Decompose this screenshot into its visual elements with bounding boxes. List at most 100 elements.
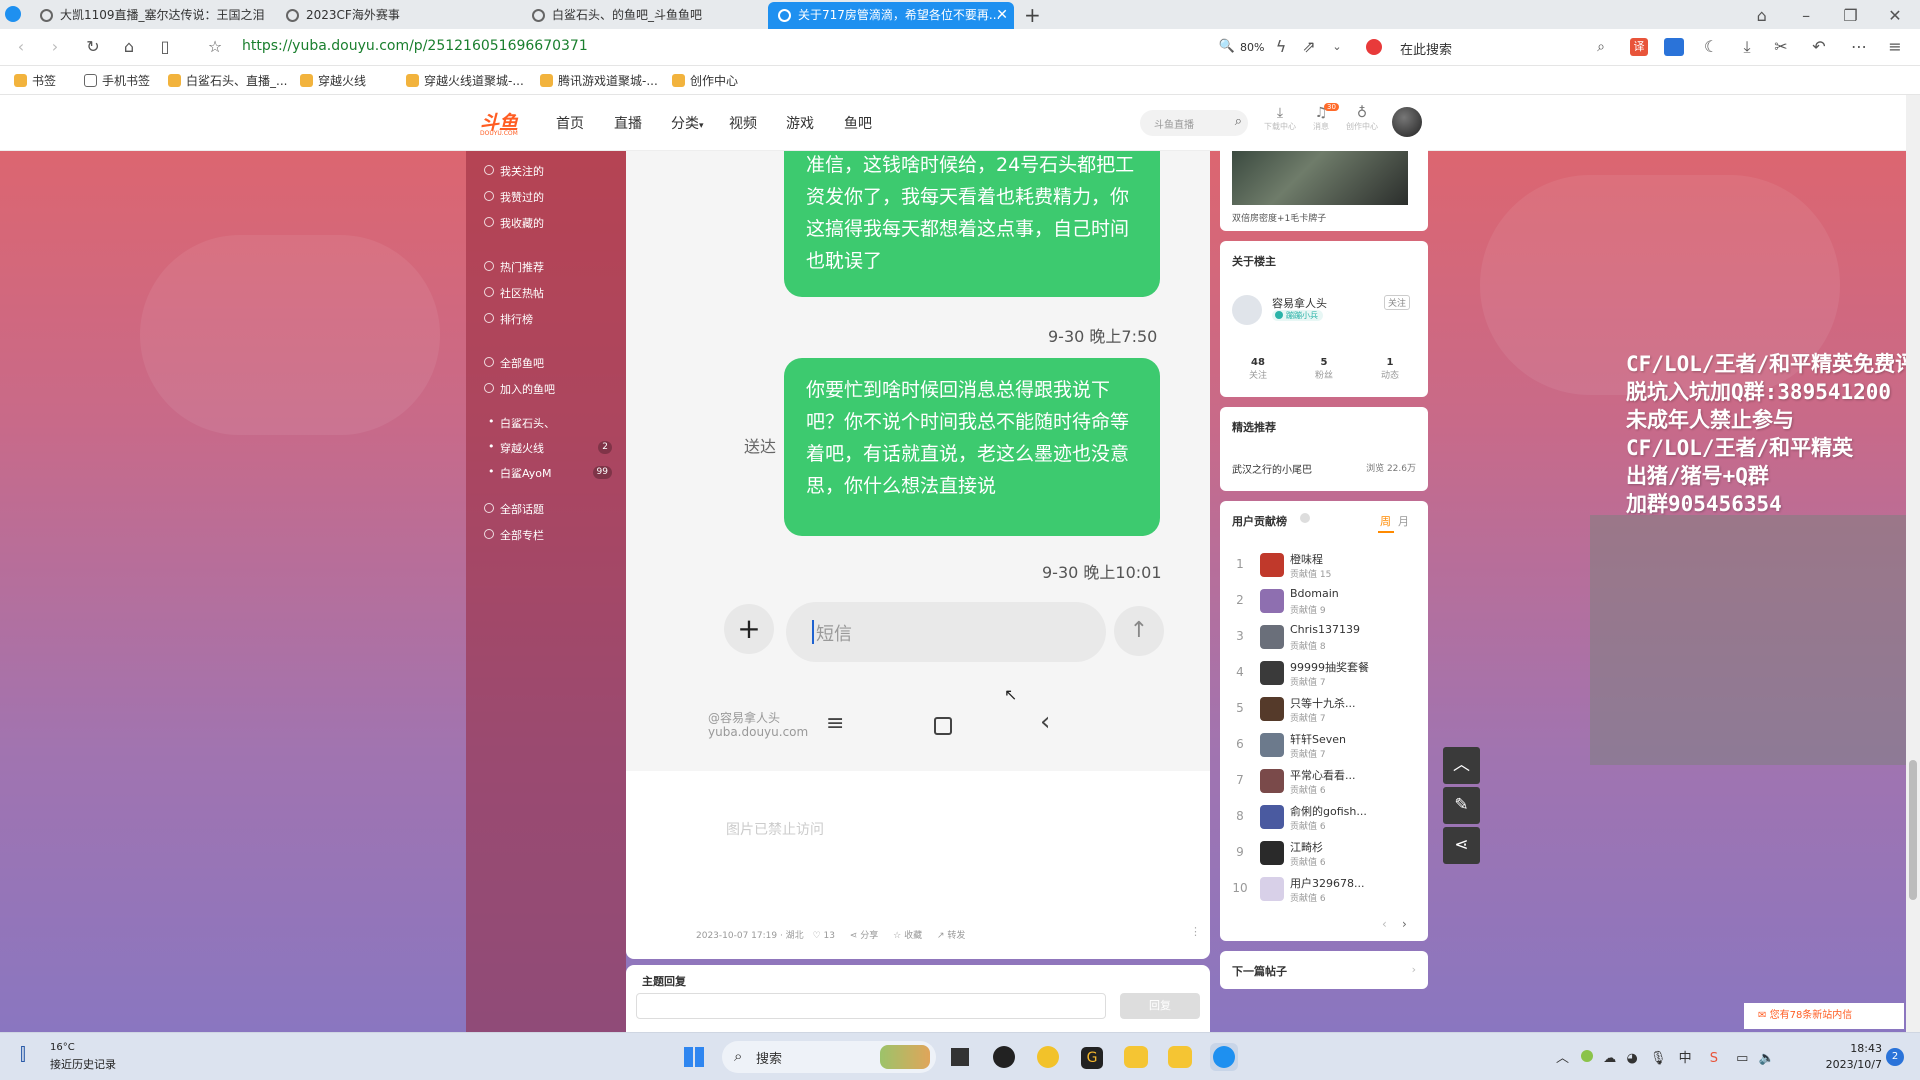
post-more-icon[interactable]: ⋮ xyxy=(1190,925,1201,938)
user-name[interactable]: 俞俐的gofish... xyxy=(1290,803,1367,819)
user-name[interactable]: 用户329678... xyxy=(1290,875,1364,891)
bookmark-item[interactable]: 书签 xyxy=(12,72,56,90)
share-float-button[interactable]: ⋖ xyxy=(1443,827,1480,864)
translate-icon[interactable]: 译 xyxy=(1630,38,1648,56)
sidebar-item-following[interactable]: 我关注的 xyxy=(484,163,544,179)
ranking-row[interactable]: 7 平常心看看... 贡献值 6 xyxy=(1232,765,1416,801)
user-avatar[interactable] xyxy=(1260,733,1284,757)
douyu-logo[interactable]: 斗鱼 DOUYU.COM xyxy=(472,108,532,138)
sidebar-item-joined-1[interactable]: • 白鲨石头、 xyxy=(484,415,624,431)
shirt-icon[interactable]: ⌂ xyxy=(1751,5,1773,27)
app-icon-1[interactable] xyxy=(990,1043,1018,1071)
ranking-row[interactable]: 6 轩轩Seven 贡献值 7 xyxy=(1232,729,1416,765)
page-scrollbar[interactable] xyxy=(1906,95,1920,1032)
avatar[interactable] xyxy=(1392,107,1422,137)
star-icon[interactable]: ☆ xyxy=(204,36,226,58)
creator-center[interactable]: ♁ 创作中心 xyxy=(1342,105,1382,132)
tab-2[interactable]: 2023CF海外赛事 xyxy=(276,2,516,29)
nav-live[interactable]: 直播 xyxy=(614,113,642,133)
ranking-row[interactable]: 1 橙味程 贡献值 15 xyxy=(1232,549,1416,585)
dropdown-icon[interactable]: ⌄ xyxy=(1326,36,1348,58)
menu-icon[interactable]: ≡ xyxy=(1884,36,1906,58)
network-icon[interactable]: ▭ xyxy=(1736,1051,1748,1066)
user-avatar[interactable] xyxy=(1260,625,1284,649)
tab-1[interactable]: 大凯1109直播_塞尔达传说：王国之泪 xyxy=(30,2,270,29)
bookmark-item[interactable]: 穿越火线 xyxy=(298,72,366,90)
next-post-card[interactable]: 下一篇帖子 › xyxy=(1220,951,1428,989)
nav-home[interactable]: 首页 xyxy=(556,113,584,133)
app-icon-4[interactable] xyxy=(1122,1043,1150,1071)
info-icon[interactable] xyxy=(1300,513,1310,523)
bookmark-item[interactable]: 穿越火线道聚城-... xyxy=(404,72,524,90)
post-image[interactable]: 准信，这钱啥时候给，24号石头都把工资发你了，我每天看着也耗费精力，你这搞得我每… xyxy=(626,151,1210,771)
ranking-row[interactable]: 8 俞俐的gofish... 贡献值 6 xyxy=(1232,801,1416,837)
favorite-button[interactable]: ☆ 收藏 xyxy=(893,931,922,941)
nav-category[interactable]: 分类▾ xyxy=(671,113,704,133)
site-search-input[interactable]: 斗鱼直播 ⌕ xyxy=(1140,110,1248,136)
download-browser-icon[interactable]: ⤓ xyxy=(1736,36,1758,58)
tray-app-icon[interactable] xyxy=(1581,1050,1594,1062)
zoom-level[interactable]: 80% xyxy=(1240,41,1264,54)
volume-icon[interactable]: 🔈 xyxy=(1759,1051,1775,1066)
ranking-row[interactable]: 5 只等十九杀... 贡献值 7 xyxy=(1232,693,1416,729)
bookmark-item[interactable]: 腾讯游戏道聚城-... xyxy=(538,72,658,90)
tab-month[interactable]: 月 xyxy=(1398,513,1409,529)
messages[interactable]: ♫ 消息 30 xyxy=(1306,103,1339,132)
browser-logo-icon[interactable] xyxy=(5,6,21,22)
tab-close-icon[interactable]: ✕ xyxy=(996,2,1008,29)
start-button[interactable] xyxy=(680,1043,708,1071)
sidebar-item-all-yuba[interactable]: 全部鱼吧 xyxy=(484,355,544,371)
nav-video[interactable]: 视频 xyxy=(729,113,757,133)
bookmark-item[interactable]: 创作中心 xyxy=(670,72,738,90)
home-icon[interactable]: ⌂ xyxy=(118,36,140,58)
user-name[interactable]: 江畸杉 xyxy=(1290,839,1323,855)
zoom-icon[interactable]: 🔍 xyxy=(1216,36,1238,58)
sidebar-item-community[interactable]: 社区热帖 xyxy=(484,285,544,301)
tray-qq-icon[interactable]: ◕ xyxy=(1626,1051,1637,1066)
edit-post-button[interactable]: ✎ xyxy=(1443,787,1480,824)
user-name[interactable]: 只等十九杀... xyxy=(1290,695,1356,711)
app-icon-2[interactable] xyxy=(1034,1043,1062,1071)
next-page-icon[interactable]: › xyxy=(1402,917,1407,931)
browser-taskbar-icon[interactable] xyxy=(1210,1043,1238,1071)
file-explorer-icon[interactable] xyxy=(946,1043,974,1071)
bookmark-item[interactable]: 手机书签 xyxy=(82,72,150,90)
extension-icon[interactable] xyxy=(1664,38,1684,56)
sidebar-item-ranking[interactable]: 排行榜 xyxy=(484,311,533,327)
scrollbar-thumb[interactable] xyxy=(1909,760,1917,900)
chevron-up-icon[interactable]: ︿ xyxy=(1556,1051,1569,1066)
minimize-icon[interactable]: – xyxy=(1795,5,1817,27)
tab-4-active[interactable]: 关于717房管滴滴，希望各位不要再... ✕ xyxy=(768,2,1014,29)
share-button[interactable]: ⋖ 分享 xyxy=(850,931,878,941)
restore-icon[interactable]: ❐ xyxy=(1840,5,1862,27)
user-avatar[interactable] xyxy=(1260,697,1284,721)
message-notice[interactable]: ✉ 您有78条新站内信 xyxy=(1744,1003,1904,1029)
tray-red-app-icon[interactable]: S xyxy=(1710,1051,1718,1066)
weather-widget[interactable]: ⫿ 16°C 接近历史记录 xyxy=(20,1042,140,1072)
prev-page-icon[interactable]: ‹ xyxy=(1382,917,1387,931)
sidebar-item-favorites[interactable]: 我收藏的 xyxy=(484,215,544,231)
url-field[interactable]: https://yuba.douyu.com/p/251216051696670… xyxy=(242,38,588,54)
sidebar-item-joined[interactable]: 加入的鱼吧 xyxy=(484,381,555,397)
video-card[interactable]: 双倍房密度+1毛卡牌子 xyxy=(1220,141,1428,231)
sidebar-item-joined-3[interactable]: • 白鲨AyoM 99 xyxy=(484,465,624,481)
reply-input[interactable] xyxy=(636,993,1106,1019)
sidebar-item-joined-2[interactable]: • 穿越火线 2 xyxy=(484,440,624,456)
stat-following[interactable]: 48 关注 xyxy=(1232,357,1284,381)
forward-icon[interactable]: › xyxy=(44,36,66,58)
nav-yuba[interactable]: 鱼吧 xyxy=(844,113,872,133)
omnibox-search[interactable]: 在此搜索 xyxy=(1400,39,1452,58)
clock[interactable]: 18:43 2023/10/7 xyxy=(1816,1041,1882,1073)
user-avatar[interactable] xyxy=(1260,841,1284,865)
sidebar-item-liked[interactable]: 我赞过的 xyxy=(484,189,544,205)
nav-game[interactable]: 游戏 xyxy=(786,113,814,133)
user-name[interactable]: 99999抽奖套餐 xyxy=(1290,659,1369,675)
user-avatar[interactable] xyxy=(1260,661,1284,685)
stat-posts[interactable]: 1 动态 xyxy=(1364,357,1416,381)
taskbar-search[interactable]: ⌕ 搜索 xyxy=(722,1041,936,1073)
search-icon[interactable]: ⌕ xyxy=(1590,36,1612,58)
scissors-icon[interactable]: ✂ xyxy=(1770,36,1792,58)
app-icon-5[interactable] xyxy=(1166,1043,1194,1071)
user-name[interactable]: 橙味程 xyxy=(1290,551,1323,567)
sidebar-item-hot[interactable]: 热门推荐 xyxy=(484,259,544,275)
